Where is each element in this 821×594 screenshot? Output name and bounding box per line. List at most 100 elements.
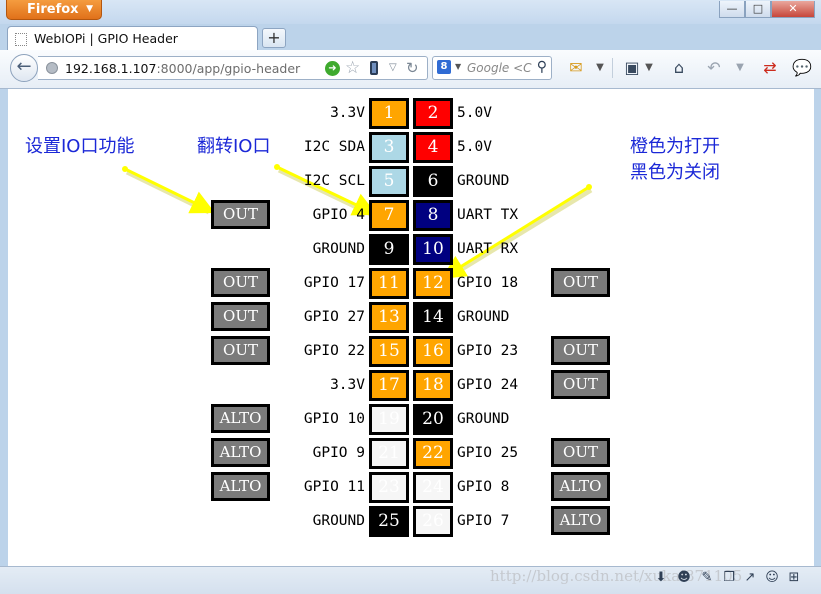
search-icon[interactable]: ⚲ (537, 59, 547, 75)
close-button[interactable]: ✕ (771, 1, 815, 18)
chat-icon[interactable]: 💬 (792, 56, 812, 80)
search-input[interactable] (467, 60, 537, 76)
function-button[interactable]: ALTO (551, 472, 610, 501)
pin-10[interactable]: 10 (413, 234, 453, 265)
maximize-button[interactable]: □ (745, 1, 771, 18)
annotation-legend-black: 黑色为关闭 (630, 162, 720, 183)
pin-11[interactable]: 11 (369, 268, 409, 299)
pin-25[interactable]: 25 (369, 506, 409, 537)
pin-20[interactable]: 20 (413, 404, 453, 435)
pin-label-right: GROUND (457, 309, 510, 325)
pin-16[interactable]: 16 (413, 336, 453, 367)
pin-12[interactable]: 12 (413, 268, 453, 299)
chevron-down-icon: ▼ (86, 4, 93, 14)
browser-window: Firefox ▼ — □ ✕ WebIOPi | GPIO Header + … (0, 0, 821, 594)
pin-5[interactable]: 5 (369, 166, 409, 197)
pin-7[interactable]: 7 (369, 200, 409, 231)
copy-icon[interactable]: ❐ (721, 569, 737, 587)
tab-gpio-header[interactable]: WebIOPi | GPIO Header (7, 26, 258, 50)
pin-17[interactable]: 17 (369, 370, 409, 401)
reload-icon[interactable]: ↻ (406, 59, 419, 77)
pin-label-right: UART TX (457, 207, 519, 223)
window-controls: — □ ✕ (719, 1, 815, 18)
pin-21[interactable]: 21 (369, 438, 409, 469)
firefox-menu-button[interactable]: Firefox ▼ (6, 0, 102, 20)
pin-label-left: I2C SCL (303, 173, 365, 189)
mask-icon[interactable]: ☻ (676, 569, 692, 587)
share-icon[interactable]: ↗ (742, 569, 758, 587)
toolbar-separator (612, 58, 613, 78)
url-text[interactable]: 192.168.1.107:8000/app/gpio-header (65, 61, 300, 76)
pin-23[interactable]: 23 (369, 472, 409, 503)
pin-label-left: GPIO 17 (303, 275, 365, 291)
go-icon[interactable]: ➜ (325, 61, 340, 76)
bookmarks-dropdown-icon[interactable]: ▼ (643, 56, 655, 80)
search-engine-icon[interactable]: 8 (437, 60, 451, 74)
pin-label-right: 5.0V (457, 105, 492, 121)
mail-icon[interactable]: ✉ (565, 56, 587, 80)
pin-6[interactable]: 6 (413, 166, 453, 197)
title-bar: Firefox ▼ — □ ✕ (0, 0, 821, 24)
pin-3[interactable]: 3 (369, 132, 409, 163)
mail-dropdown-icon[interactable]: ▼ (594, 56, 606, 80)
function-button[interactable]: ALTO (551, 506, 610, 535)
pin-label-left: I2C SDA (303, 139, 365, 155)
sync-icon[interactable]: ⇄ (760, 56, 780, 80)
pin-label-left: GROUND (312, 241, 365, 257)
function-button[interactable]: OUT (551, 268, 610, 297)
undo-icon[interactable]: ↶ (704, 56, 724, 80)
annotation-legend-orange: 橙色为打开 (630, 136, 720, 157)
pin-label-left: GPIO 9 (312, 445, 365, 461)
url-bar[interactable]: 192.168.1.107:8000/app/gpio-header ➜ ☆ ▽… (38, 56, 428, 80)
pin-15[interactable]: 15 (369, 336, 409, 367)
mobile-icon[interactable] (370, 61, 378, 75)
function-button[interactable]: OUT (551, 336, 610, 365)
history-dropdown-icon[interactable]: ▽ (389, 62, 397, 73)
page-favicon-icon (15, 33, 27, 46)
pin-14[interactable]: 14 (413, 302, 453, 333)
pin-label-right: 5.0V (457, 139, 492, 155)
pin-label-left: 3.3V (330, 377, 365, 393)
pin-label-left: GPIO 27 (303, 309, 365, 325)
pin-22[interactable]: 22 (413, 438, 453, 469)
pin-label-left: GPIO 4 (312, 207, 365, 223)
bookmark-star-icon[interactable]: ☆ (345, 58, 360, 78)
tab-strip: WebIOPi | GPIO Header + (0, 24, 821, 50)
pin-label-left: GPIO 10 (303, 411, 365, 427)
function-button[interactable]: OUT (551, 370, 610, 399)
home-icon[interactable]: ⌂ (668, 56, 690, 80)
addon-icon[interactable]: ⊞ (786, 569, 802, 587)
annotation-set-io-function: 设置IO口功能 (25, 136, 135, 157)
undo-dropdown-icon[interactable]: ▼ (734, 56, 746, 80)
pin-label-left: GPIO 11 (303, 479, 365, 495)
pin-18[interactable]: 18 (413, 370, 453, 401)
pin-9[interactable]: 9 (369, 234, 409, 265)
pin-1[interactable]: 1 (369, 98, 409, 129)
back-button[interactable]: ← (10, 54, 38, 82)
search-bar: 8 ▼ ⚲ (432, 56, 552, 80)
pin-label-left: GPIO 22 (303, 343, 365, 359)
globe-icon (46, 62, 58, 74)
pin-19[interactable]: 19 (369, 404, 409, 435)
pin-label-left: 3.3V (330, 105, 365, 121)
pin-4[interactable]: 4 (413, 132, 453, 163)
new-tab-button[interactable]: + (262, 28, 286, 48)
pin-26[interactable]: 26 (413, 506, 453, 537)
search-engine-dropdown-icon[interactable]: ▼ (455, 62, 461, 71)
pin-13[interactable]: 13 (369, 302, 409, 333)
back-arrow-icon: ← (16, 56, 32, 77)
pin-24[interactable]: 24 (413, 472, 453, 503)
url-path: :8000/app/gpio-header (156, 61, 301, 76)
pin-label-right: GROUND (457, 411, 510, 427)
minimize-button[interactable]: — (719, 1, 745, 18)
url-host: 192.168.1.107 (65, 61, 157, 76)
pin-label-right: GROUND (457, 173, 510, 189)
pin-2[interactable]: 2 (413, 98, 453, 129)
user-icon[interactable]: ☺ (764, 569, 780, 587)
pin-8[interactable]: 8 (413, 200, 453, 231)
pin-label-left: GROUND (312, 513, 365, 529)
brush-icon[interactable]: ✎ (699, 569, 715, 587)
download-icon[interactable]: ⬇ (653, 569, 669, 587)
function-button[interactable]: OUT (551, 438, 610, 467)
bookmarks-icon[interactable]: ▣ (621, 56, 643, 80)
